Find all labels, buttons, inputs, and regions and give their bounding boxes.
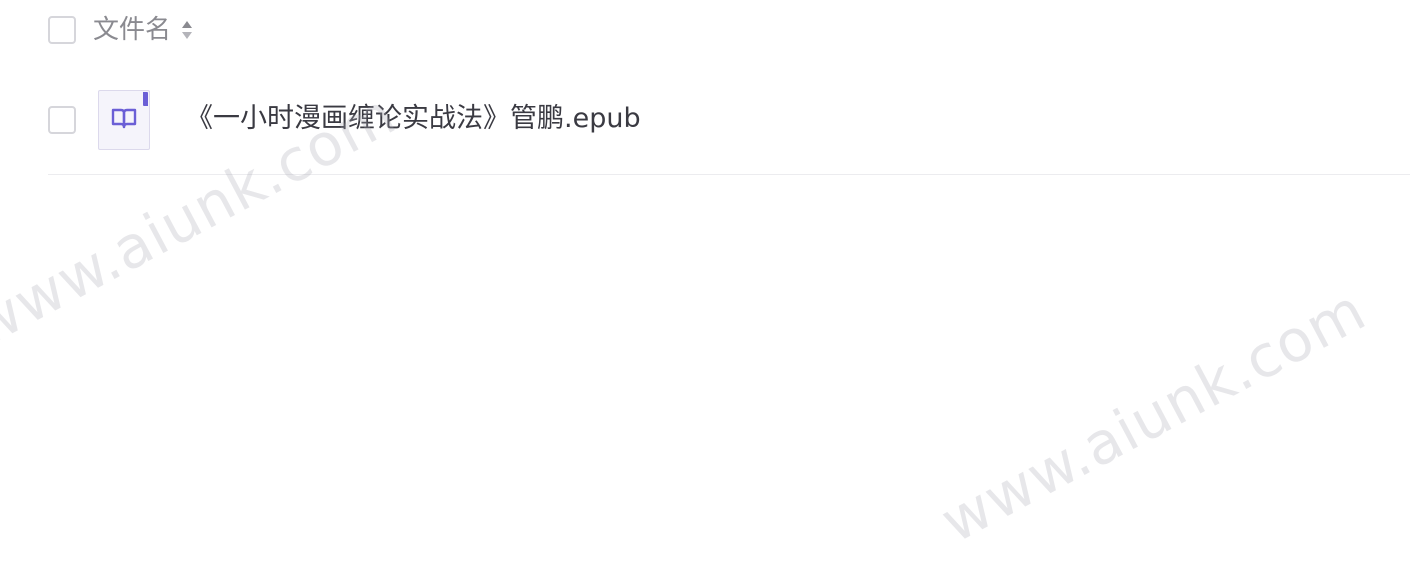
file-thumbnail[interactable] [98,90,150,150]
file-name-link[interactable]: 《一小时漫画缠论实战法》管鹏.epub [186,101,641,137]
column-header-filename[interactable]: 文件名 [93,14,171,46]
book-icon [111,107,137,133]
list-header: 文件名 [48,14,193,46]
thumbnail-corner [143,92,148,106]
file-list-page: 文件名 《一小时漫画缠论实战法》管鹏.epub www.aiunk.com ww… [0,0,1410,588]
watermark: www.aiunk.com [930,275,1377,556]
table-row[interactable]: 《一小时漫画缠论实战法》管鹏.epub [48,88,1410,175]
select-all-checkbox[interactable] [48,16,76,44]
row-checkbox[interactable] [48,106,76,134]
sort-icon[interactable] [181,19,193,41]
